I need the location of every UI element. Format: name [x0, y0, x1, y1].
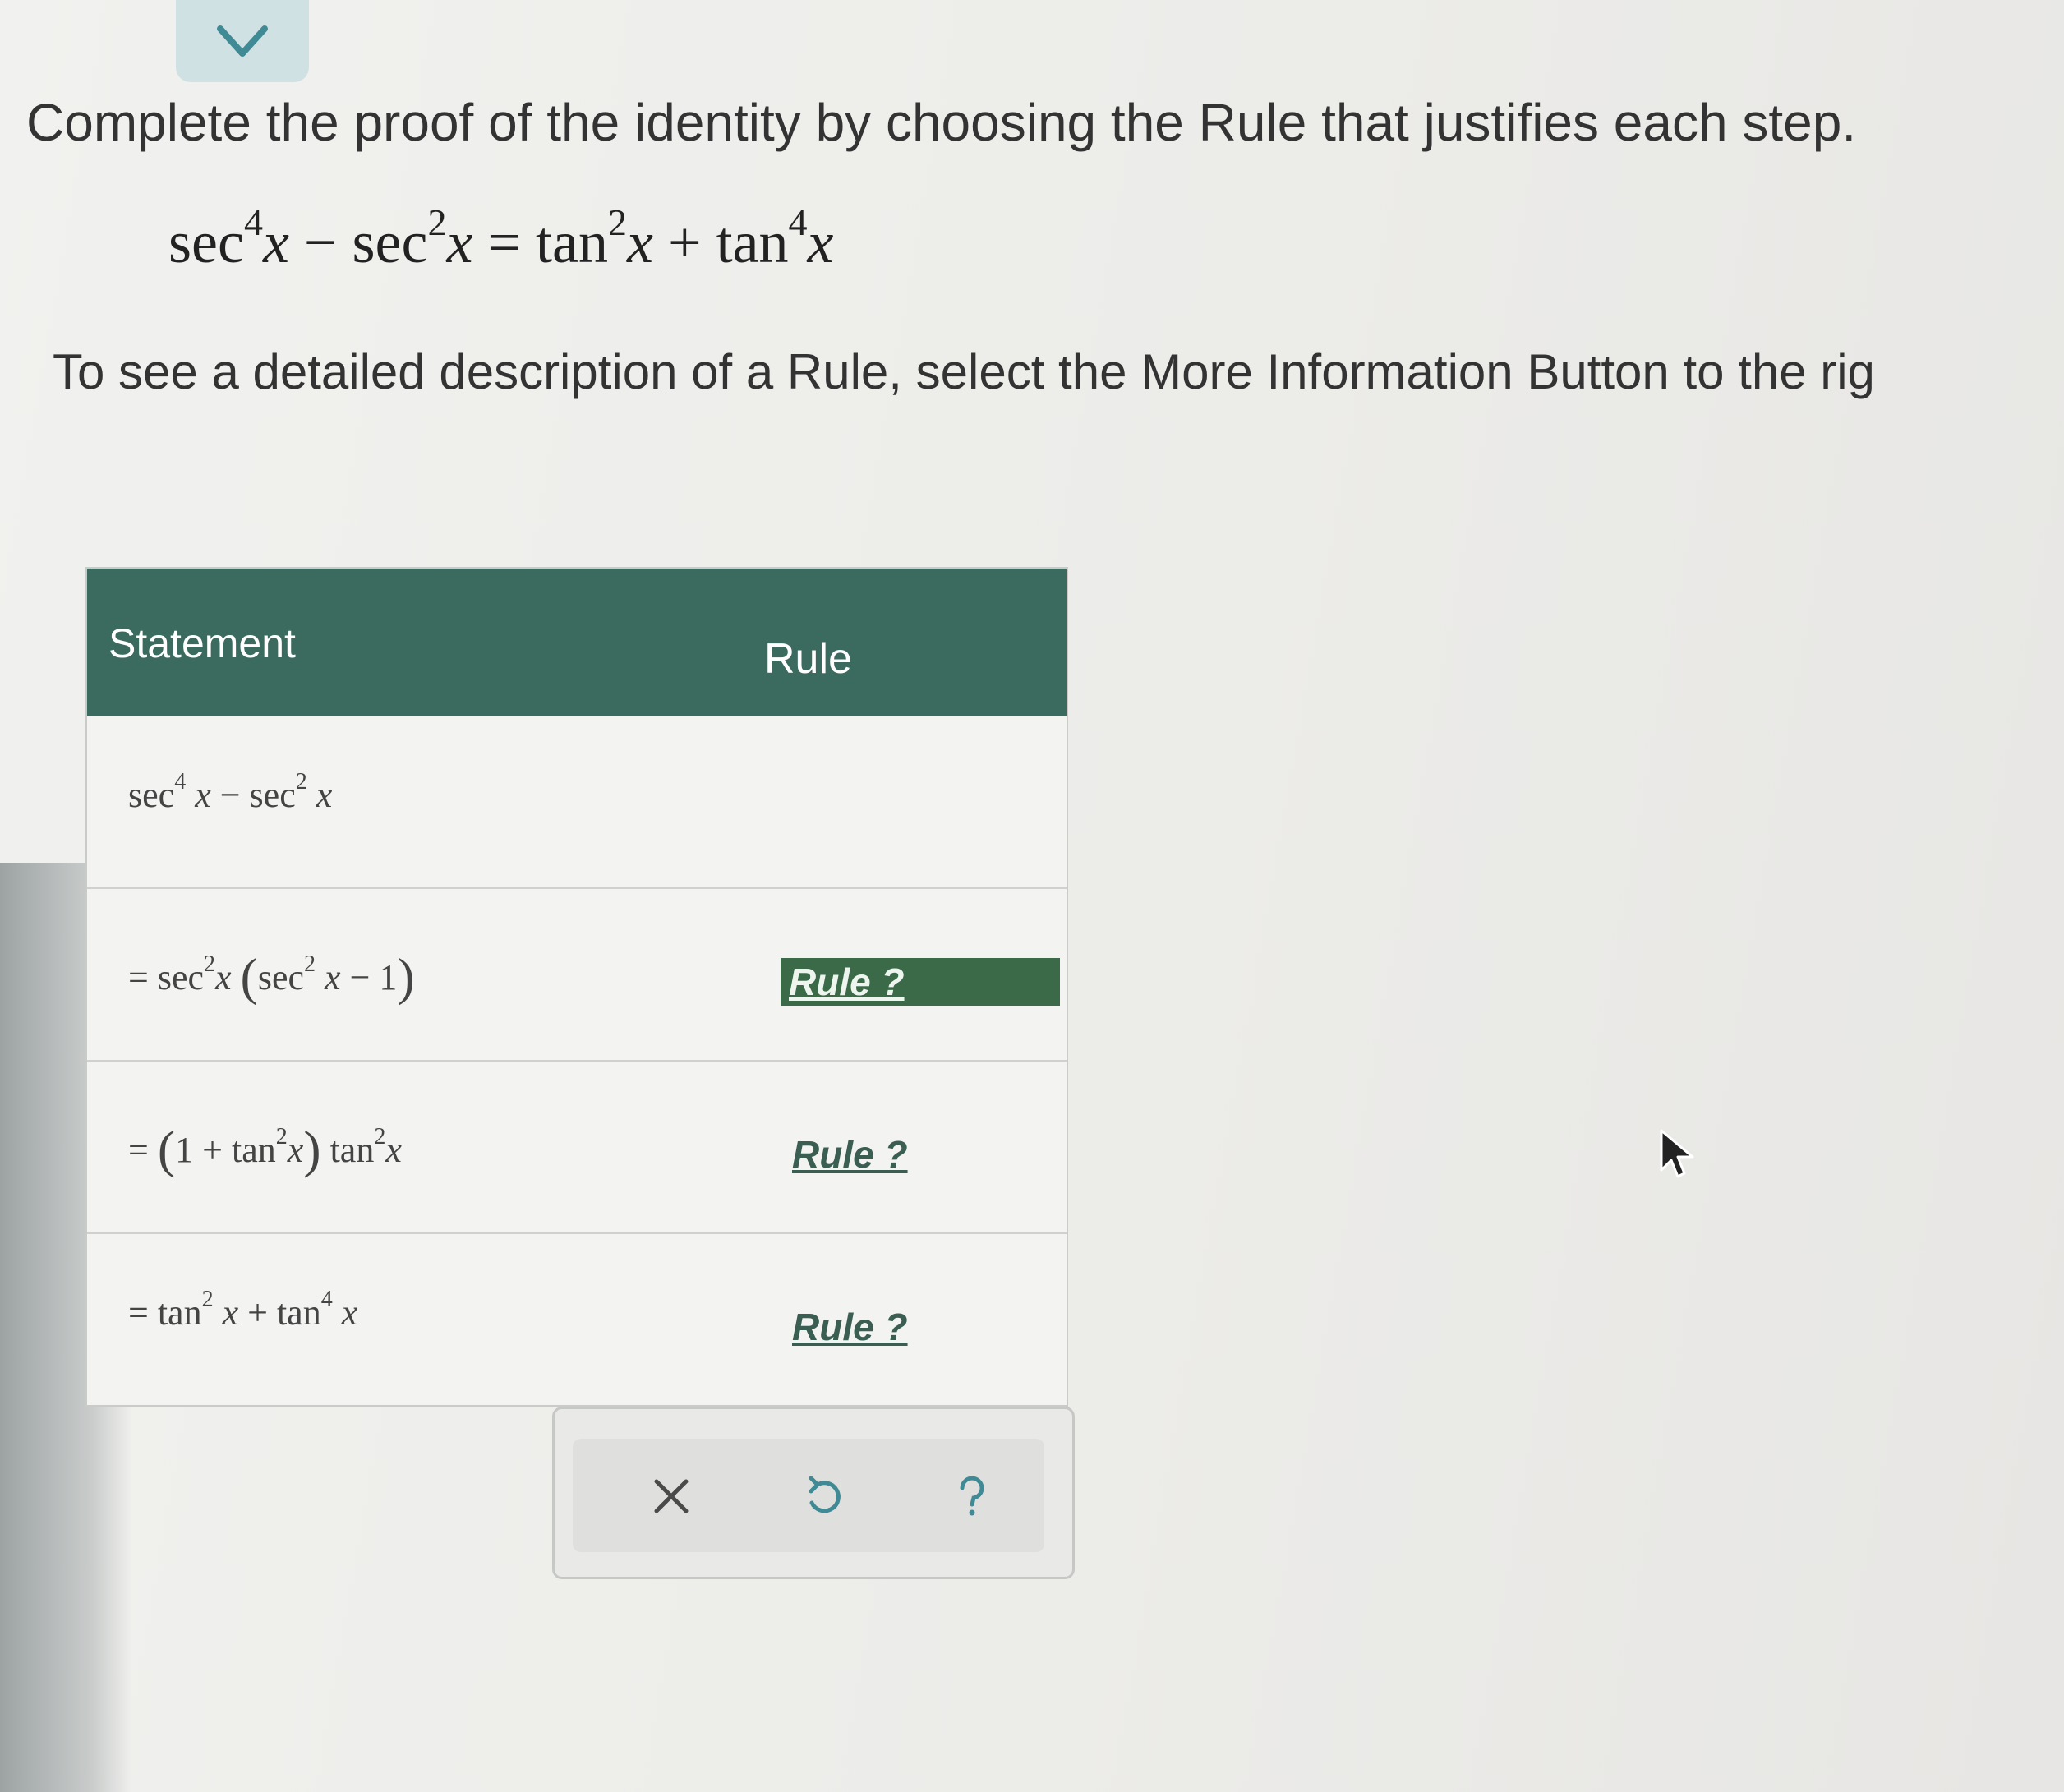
table-row: = sec2x (sec2 x − 1) Rule ? — [87, 889, 1067, 1062]
stmt-variable: x — [316, 775, 333, 815]
identity-operator: + — [667, 210, 702, 275]
rule-select-button[interactable]: Rule ? — [784, 1303, 916, 1351]
stmt-exponent: 4 — [174, 769, 187, 795]
stmt-exponent: 2 — [374, 1124, 386, 1150]
identity-exponent: 4 — [243, 201, 263, 243]
toolbar-panel — [573, 1439, 1044, 1552]
stmt-equals: = — [128, 957, 149, 997]
identity-operator: = — [487, 210, 522, 275]
more-info-instruction: To see a detailed description of a Rule,… — [53, 344, 1875, 399]
stmt-equals: = — [128, 1292, 149, 1333]
clear-button[interactable] — [638, 1463, 704, 1529]
identity-variable: x — [262, 210, 289, 275]
table-row: = tan2 x + tan4 x Rule ? — [87, 1234, 1067, 1405]
stmt-exponent: 2 — [204, 951, 216, 978]
stmt-operator: − — [349, 957, 371, 997]
stmt-constant: 1 — [175, 1130, 194, 1170]
stmt-paren: ) — [397, 947, 415, 1006]
stmt-exponent: 2 — [304, 951, 316, 978]
table-row: = (1 + tan2x) tan2x Rule ? — [87, 1062, 1067, 1234]
help-icon — [960, 1476, 984, 1516]
identity-exponent: 2 — [608, 201, 627, 243]
undo-icon — [809, 1476, 841, 1513]
identity-term: sec — [168, 210, 244, 275]
stmt-constant: 1 — [379, 957, 398, 997]
statement-column-header: Statement — [108, 620, 296, 666]
stmt-term: tan — [157, 1292, 202, 1333]
table-row: sec4 x − sec2 x — [87, 716, 1067, 889]
undo-button[interactable] — [791, 1463, 857, 1529]
identity-term: tan — [716, 210, 789, 275]
identity-variable: x — [446, 210, 473, 275]
stmt-term: tan — [276, 1292, 321, 1333]
rule-select-button[interactable]: Rule ? — [781, 958, 1060, 1006]
stmt-paren: ( — [240, 947, 258, 1006]
identity-variable: x — [807, 210, 834, 275]
statement-cell: = tan2 x + tan4 x — [128, 1287, 358, 1334]
identity-term: sec — [352, 210, 428, 275]
proof-table: Statement Rule sec4 x − sec2 x = sec2x (… — [85, 567, 1068, 1407]
statement-cell: = (1 + tan2x) tan2x — [128, 1119, 402, 1180]
stmt-term: tan — [231, 1130, 276, 1170]
stmt-term: sec — [157, 957, 205, 997]
stmt-equals: = — [128, 1130, 149, 1170]
stmt-term: sec — [128, 775, 175, 815]
stmt-operator: + — [247, 1292, 268, 1333]
instruction-text: Complete the proof of the identity by ch… — [26, 93, 1857, 152]
identity-variable: x — [627, 210, 653, 275]
stmt-term: sec — [249, 775, 296, 815]
identity-equation: sec4x − sec2x = tan2x + tan4x — [168, 201, 834, 277]
rule-select-button[interactable]: Rule ? — [784, 1131, 916, 1178]
stmt-exponent: 2 — [275, 1124, 288, 1150]
rule-column-header: Rule — [764, 635, 852, 683]
statement-cell: = sec2x (sec2 x − 1) — [128, 947, 415, 1007]
stmt-paren: ( — [157, 1120, 176, 1178]
statement-cell: sec4 x − sec2 x — [128, 769, 333, 816]
stmt-term: sec — [257, 957, 305, 997]
table-header: Statement Rule — [87, 569, 1067, 716]
action-toolbar — [552, 1407, 1075, 1579]
stmt-exponent: 2 — [295, 769, 307, 795]
stmt-variable: x — [325, 957, 341, 997]
stmt-exponent: 4 — [320, 1287, 333, 1313]
stmt-exponent: 2 — [201, 1287, 214, 1313]
chevron-down-icon — [217, 25, 268, 57]
stmt-variable: x — [385, 1130, 402, 1170]
mouse-pointer-icon — [1660, 1129, 1694, 1178]
stmt-variable: x — [287, 1130, 304, 1170]
stmt-operator: − — [219, 775, 241, 815]
stmt-term: tan — [329, 1130, 375, 1170]
help-button[interactable] — [939, 1463, 1005, 1529]
stmt-variable: x — [222, 1292, 239, 1333]
stmt-operator: + — [202, 1130, 223, 1170]
identity-exponent: 4 — [788, 201, 808, 243]
stmt-paren: ) — [303, 1120, 321, 1178]
stmt-variable: x — [341, 1292, 358, 1333]
identity-operator: − — [303, 210, 338, 275]
collapse-toggle-button[interactable] — [176, 0, 309, 82]
close-icon — [654, 1479, 689, 1513]
identity-exponent: 2 — [427, 201, 447, 243]
stmt-variable: x — [215, 957, 232, 997]
identity-term: tan — [536, 210, 608, 275]
stmt-variable: x — [195, 775, 211, 815]
